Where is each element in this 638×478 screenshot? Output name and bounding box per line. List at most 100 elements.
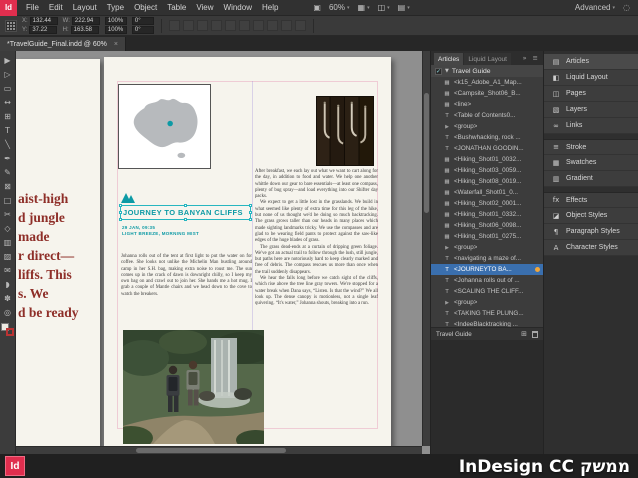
rectangle-frame-tool-button[interactable]: ⊠ [1, 179, 15, 193]
menu-item[interactable]: Layout [68, 0, 102, 16]
selection-tool-button[interactable]: ▶ [1, 53, 15, 67]
indesign-app-icon[interactable]: Id [0, 0, 17, 16]
article-item-row[interactable]: ▦ <Hiking_Shot01_0275... [431, 231, 543, 242]
dock-button-stroke[interactable]: ≡ Stroke [544, 139, 638, 155]
article-item-row[interactable]: T <JOURNEYTO BA... [431, 264, 543, 275]
article-item-row[interactable]: ▦ <Waterfall_Shot01_0... [431, 187, 543, 198]
close-icon[interactable]: × [114, 41, 118, 48]
fill-stroke-proxy[interactable] [1, 323, 14, 336]
drop-shadow-button[interactable] [294, 20, 306, 31]
dock-button-swatches[interactable]: ▦ Swatches [544, 155, 638, 171]
rotate-ccw-button[interactable] [210, 20, 222, 31]
tab-articles[interactable]: Articles [434, 53, 464, 65]
expand-caret-icon[interactable]: ▼ [445, 68, 449, 74]
article-item-row[interactable]: ▦ <line> [431, 99, 543, 110]
dock-button-links[interactable]: ∞ Links [544, 118, 638, 134]
dock-button-paragraph-styles[interactable]: ¶ Paragraph Styles [544, 224, 638, 240]
menu-item[interactable]: Table [162, 0, 191, 16]
scissors-tool-button[interactable]: ✂ [1, 207, 15, 221]
dock-button-pages[interactable]: ◫ Pages [544, 86, 638, 102]
article-item-row[interactable]: ▶ <group> [431, 297, 543, 308]
delete-article-icon[interactable] [532, 330, 538, 338]
article-item-row[interactable]: T <Johanna rolls out of ... [431, 275, 543, 286]
rotation-field[interactable]: 0° [131, 17, 154, 25]
horizontal-scrollbar[interactable] [16, 446, 422, 454]
hand-tool-button[interactable]: ✽ [1, 291, 15, 305]
dock-button-articles[interactable]: ▤ Articles [544, 54, 638, 70]
selection-handle[interactable] [249, 204, 252, 207]
direct-selection-tool-button[interactable]: ▷ [1, 67, 15, 81]
dock-button-liquid-layout[interactable]: ◧ Liquid Layout [544, 70, 638, 86]
vertical-scrollbar[interactable] [422, 51, 430, 446]
article-item-row[interactable]: ▦ <Hiking_Shot03_0059... [431, 165, 543, 176]
pencil-tool-button[interactable]: ✎ [1, 165, 15, 179]
flip-vertical-button[interactable] [182, 20, 194, 31]
document-canvas[interactable]: aist-high d jungle made r direct— liffs. Thi… [16, 51, 430, 454]
menu-item[interactable]: Window [219, 0, 257, 16]
australia-map-image[interactable] [118, 84, 211, 169]
article-item-row[interactable]: ▦ <k15_Adobe_A1_Map... [431, 77, 543, 88]
article-checkbox[interactable]: ✓ [435, 67, 442, 75]
selection-handle[interactable] [119, 218, 122, 221]
gradient-swatch-tool-button[interactable]: ▥ [1, 235, 15, 249]
dock-button-object-styles[interactable]: ◪ Object Styles [544, 208, 638, 224]
menu-item[interactable]: Type [102, 0, 129, 16]
article-item-row[interactable]: T <JONATHAN GOODIN... [431, 143, 543, 154]
stroke-color-swatch[interactable] [6, 328, 14, 336]
article-item-row[interactable]: ▦ <Hiking_Shot06_0098... [431, 220, 543, 231]
selection-handle[interactable] [249, 218, 252, 221]
fit-frame-button[interactable] [252, 20, 264, 31]
dock-button-effects[interactable]: fx Effects [544, 192, 638, 208]
dock-button-character-styles[interactable]: A Character Styles [544, 240, 638, 256]
gap-tool-button[interactable]: ↔ [1, 95, 15, 109]
dock-button-gradient[interactable]: ▥ Gradient [544, 171, 638, 187]
selection-handle[interactable] [119, 204, 122, 207]
content-collector-tool-button[interactable]: ⊞ [1, 109, 15, 123]
select-container-button[interactable] [224, 20, 236, 31]
article-item-row[interactable]: T <SCALING THE CLIFF... [431, 286, 543, 297]
article-item-row[interactable]: T <IndeeBlacktracking ... [431, 319, 543, 327]
document-tab[interactable]: *TravelGuide_Final.indd @ 60% × [0, 37, 126, 51]
body-column-right[interactable]: After breakfast, we each lay out what we… [255, 169, 378, 308]
zoom-level-dropdown[interactable]: 60% ▾ [329, 3, 350, 12]
workspace-switcher[interactable]: Advanced ▾ [575, 3, 615, 12]
article-heading-frame[interactable]: JOURNEY TO BANYAN CLIFFS [119, 204, 252, 221]
menu-item[interactable]: Object [129, 0, 162, 16]
new-article-icon[interactable]: ⊞ [521, 330, 527, 338]
eyedropper-tool-button[interactable]: ◗ [1, 277, 15, 291]
note-tool-button[interactable]: ✉ [1, 263, 15, 277]
hooks-photo-image[interactable] [316, 96, 374, 166]
zoom-tool-button[interactable]: ◎ [1, 305, 15, 319]
selection-handle[interactable] [249, 211, 252, 214]
width-field[interactable]: 222.94 [71, 17, 100, 25]
panel-menu-icon[interactable]: ≡ [531, 54, 540, 62]
height-field[interactable]: 163.58 [70, 26, 99, 34]
hikers-photo-image[interactable] [123, 330, 264, 444]
menu-item[interactable]: Help [257, 0, 283, 16]
rotate-cw-button[interactable] [196, 20, 208, 31]
selection-handle[interactable] [119, 211, 122, 214]
flip-horizontal-button[interactable] [168, 20, 180, 31]
type-tool-button[interactable]: T [1, 123, 15, 137]
article-item-row[interactable]: T <navigating a maze of... [431, 253, 543, 264]
horizontal-scrollbar-thumb[interactable] [136, 448, 286, 453]
article-item-row[interactable]: ▦ <Hiking_Shot01_0332... [431, 209, 543, 220]
menu-item[interactable]: View [191, 0, 218, 16]
page-tool-button[interactable]: ▭ [1, 81, 15, 95]
search-icon[interactable]: ◌ [623, 3, 630, 12]
article-item-row[interactable]: ▦ <Hiking_Shot08_0019... [431, 176, 543, 187]
collapse-panel-icon[interactable]: » [521, 54, 529, 62]
stack-windows-icon[interactable]: ▣ [313, 3, 321, 12]
article-item-row[interactable]: ▶ <group> [431, 242, 543, 253]
tab-liquid-layout[interactable]: Liquid Layout [464, 53, 511, 65]
article-item-row[interactable]: T <TAKING THE PLUNG... [431, 308, 543, 319]
menu-item[interactable]: Edit [44, 0, 68, 16]
select-content-button[interactable] [238, 20, 250, 31]
view-options-dropdown[interactable]: ▦ ▾ [358, 3, 370, 12]
article-item-row[interactable]: T <Bushwhacking, rock ... [431, 132, 543, 143]
text-wrap-button[interactable] [280, 20, 292, 31]
article-item-row[interactable]: ▦ <Hiking_Shot01_0032... [431, 154, 543, 165]
dock-button-layers[interactable]: ▧ Layers [544, 102, 638, 118]
article-item-row[interactable]: ▦ <Campsite_Shot06_B... [431, 88, 543, 99]
x-position-field[interactable]: 132.44 [29, 17, 58, 25]
